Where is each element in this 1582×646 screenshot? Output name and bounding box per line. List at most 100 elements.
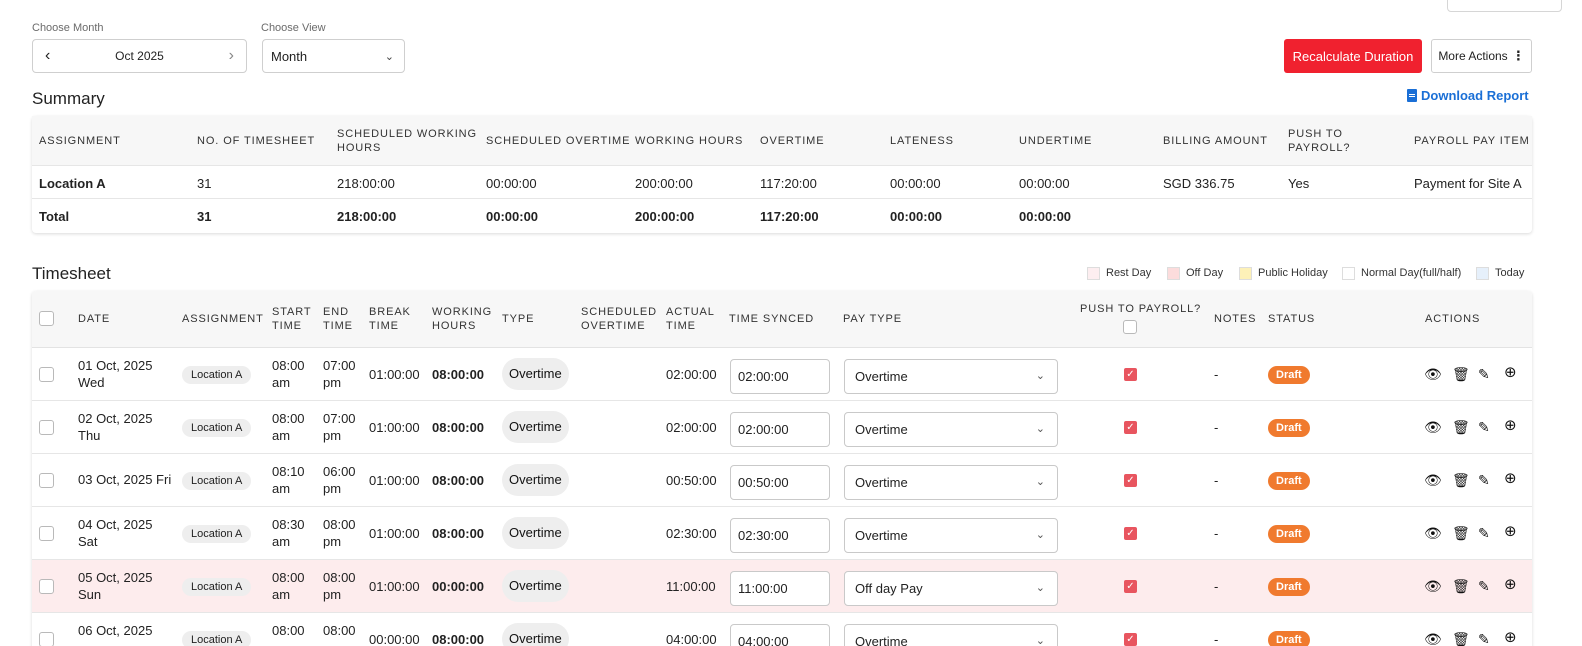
plus-circle-icon[interactable]: ⊕	[1504, 630, 1517, 645]
plus-circle-icon[interactable]: ⊕	[1504, 577, 1517, 592]
month-picker[interactable]: ‹ Oct 2025 ›	[32, 39, 247, 73]
date-cell: 01 Oct, 2025 Wed	[78, 358, 153, 390]
push-to-payroll-checkbox[interactable]: ✓	[1124, 421, 1137, 434]
legend-swatch	[1342, 266, 1355, 280]
cell: 200:00:00	[635, 176, 693, 191]
pay-type-select[interactable]: Overtime ⌄	[844, 359, 1058, 394]
pay-type-value: Overtime	[855, 528, 908, 543]
plus-circle-icon[interactable]: ⊕	[1504, 418, 1517, 433]
pencil-icon[interactable]: ✎	[1478, 579, 1490, 593]
row-checkbox[interactable]	[39, 632, 54, 646]
pencil-icon[interactable]: ✎	[1478, 632, 1490, 646]
assignment-badge: Location A	[182, 525, 252, 543]
start-time-cell: 08:30 am	[272, 517, 305, 549]
pay-type-select[interactable]: Off day Pay ⌄	[844, 571, 1058, 606]
pay-type-select[interactable]: Overtime ⌄	[844, 465, 1058, 500]
legend-swatch	[1239, 266, 1252, 280]
notes-cell: -	[1214, 632, 1219, 646]
time-synced-input[interactable]: 00:50:00	[730, 465, 830, 500]
pay-type-value: Overtime	[855, 475, 908, 490]
row-checkbox[interactable]	[39, 420, 54, 435]
working-hours-cell: 08:00:00	[432, 420, 485, 435]
chevron-right-icon[interactable]: ›	[229, 48, 234, 64]
col-assignment: Assignment	[182, 313, 264, 325]
end-time-cell: 08:00 pm	[323, 570, 356, 602]
plus-circle-icon[interactable]: ⊕	[1504, 524, 1517, 539]
summary-row-total: Total 31 218:00:00 00:00:00 200:00:00 11…	[32, 199, 1532, 232]
break-time-cell: 01:00:00	[369, 367, 420, 382]
plus-circle-icon[interactable]: ⊕	[1504, 471, 1517, 486]
start-time-cell: 08:10 am	[272, 464, 305, 496]
time-synced-input[interactable]: 02:30:00	[730, 518, 830, 553]
row-checkbox[interactable]	[39, 579, 54, 594]
table-row: 04 Oct, 2025 Sat Location A 08:30 am 08:…	[32, 507, 1532, 560]
time-synced-input[interactable]: 04:00:00	[730, 624, 830, 646]
date-cell: 04 Oct, 2025 Sat	[78, 517, 153, 549]
trash-icon[interactable]: 🗑︎	[1452, 473, 1470, 487]
eye-icon[interactable]: 👁︎	[1424, 367, 1442, 381]
row-checkbox[interactable]	[39, 473, 54, 488]
cell: Total	[39, 209, 70, 224]
more-actions-button[interactable]: More Actions ⋮	[1431, 39, 1532, 73]
start-time-cell: 08:00 am	[272, 570, 305, 602]
summary-row-location: Location A 31 218:00:00 00:00:00 200:00:…	[32, 166, 1532, 199]
push-to-payroll-checkbox[interactable]: ✓	[1124, 527, 1137, 540]
col-billing-amount: Billing Amount	[1163, 135, 1268, 147]
eye-icon[interactable]: 👁︎	[1424, 632, 1442, 646]
eye-icon[interactable]: 👁︎	[1424, 526, 1442, 540]
summary-title: Summary	[32, 89, 105, 108]
actual-time-cell: 11:00:00	[666, 579, 716, 594]
plus-circle-icon[interactable]: ⊕	[1504, 365, 1517, 380]
type-badge: Overtime	[502, 464, 569, 496]
pay-type-select[interactable]: Overtime ⌄	[844, 412, 1058, 447]
chevron-left-icon[interactable]: ‹	[45, 48, 50, 64]
row-checkbox[interactable]	[39, 526, 54, 541]
eye-icon[interactable]: 👁︎	[1424, 473, 1442, 487]
push-to-payroll-checkbox[interactable]: ✓	[1124, 368, 1137, 381]
row-checkbox[interactable]	[39, 367, 54, 382]
trash-icon[interactable]: 🗑︎	[1452, 367, 1470, 381]
download-report-link[interactable]: Download Report	[1407, 88, 1529, 103]
push-all-checkbox[interactable]	[1123, 320, 1137, 334]
actual-time-cell: 02:00:00	[666, 420, 717, 435]
time-synced-input[interactable]: 02:00:00	[730, 412, 830, 447]
recalculate-duration-button[interactable]: Recalculate Duration	[1284, 39, 1422, 73]
cell: 00:00:00	[486, 176, 537, 191]
select-all-checkbox[interactable]	[39, 311, 54, 326]
time-synced-input[interactable]: 02:00:00	[730, 359, 830, 394]
pay-type-select[interactable]: Overtime ⌄	[844, 518, 1058, 553]
working-hours-cell: 08:00:00	[432, 473, 485, 488]
push-to-payroll-checkbox[interactable]: ✓	[1124, 474, 1137, 487]
pencil-icon[interactable]: ✎	[1478, 473, 1490, 487]
eye-icon[interactable]: 👁︎	[1424, 420, 1442, 434]
pencil-icon[interactable]: ✎	[1478, 526, 1490, 540]
assignment-badge: Location A	[182, 578, 252, 596]
pay-type-value: Overtime	[855, 422, 908, 437]
table-row: 02 Oct, 2025 Thu Location A 08:00 am 07:…	[32, 401, 1532, 454]
start-time-cell: 08:00	[272, 623, 305, 638]
view-select[interactable]: Month ⌄	[262, 39, 405, 73]
trash-icon[interactable]: 🗑︎	[1452, 632, 1470, 646]
type-badge: Overtime	[502, 623, 569, 646]
cell: 31	[197, 176, 212, 191]
pencil-icon[interactable]: ✎	[1478, 367, 1490, 381]
status-badge: Draft	[1268, 578, 1310, 596]
trash-icon[interactable]: 🗑︎	[1452, 420, 1470, 434]
time-synced-input[interactable]: 11:00:00	[730, 571, 830, 606]
pencil-icon[interactable]: ✎	[1478, 420, 1490, 434]
eye-icon[interactable]: 👁︎	[1424, 579, 1442, 593]
push-to-payroll-checkbox[interactable]: ✓	[1124, 633, 1137, 646]
trash-icon[interactable]: 🗑︎	[1452, 579, 1470, 593]
timesheet-table: Date Assignment Start Time End Time Brea…	[32, 291, 1532, 646]
chevron-down-icon: ⌄	[1035, 529, 1045, 541]
trash-icon[interactable]: 🗑︎	[1452, 526, 1470, 540]
col-scheduled-overtime: Scheduled Overtime	[486, 135, 631, 147]
push-to-payroll-checkbox[interactable]: ✓	[1124, 580, 1137, 593]
pay-type-select[interactable]: Overtime ⌄	[844, 624, 1058, 646]
kebab-icon: ⋮	[1511, 48, 1525, 63]
type-badge: Overtime	[502, 570, 569, 602]
col-undertime: Undertime	[1019, 135, 1093, 147]
col-actions: Actions	[1425, 313, 1481, 325]
break-time-cell: 00:00:00	[369, 632, 420, 646]
cell: Yes	[1288, 176, 1310, 191]
